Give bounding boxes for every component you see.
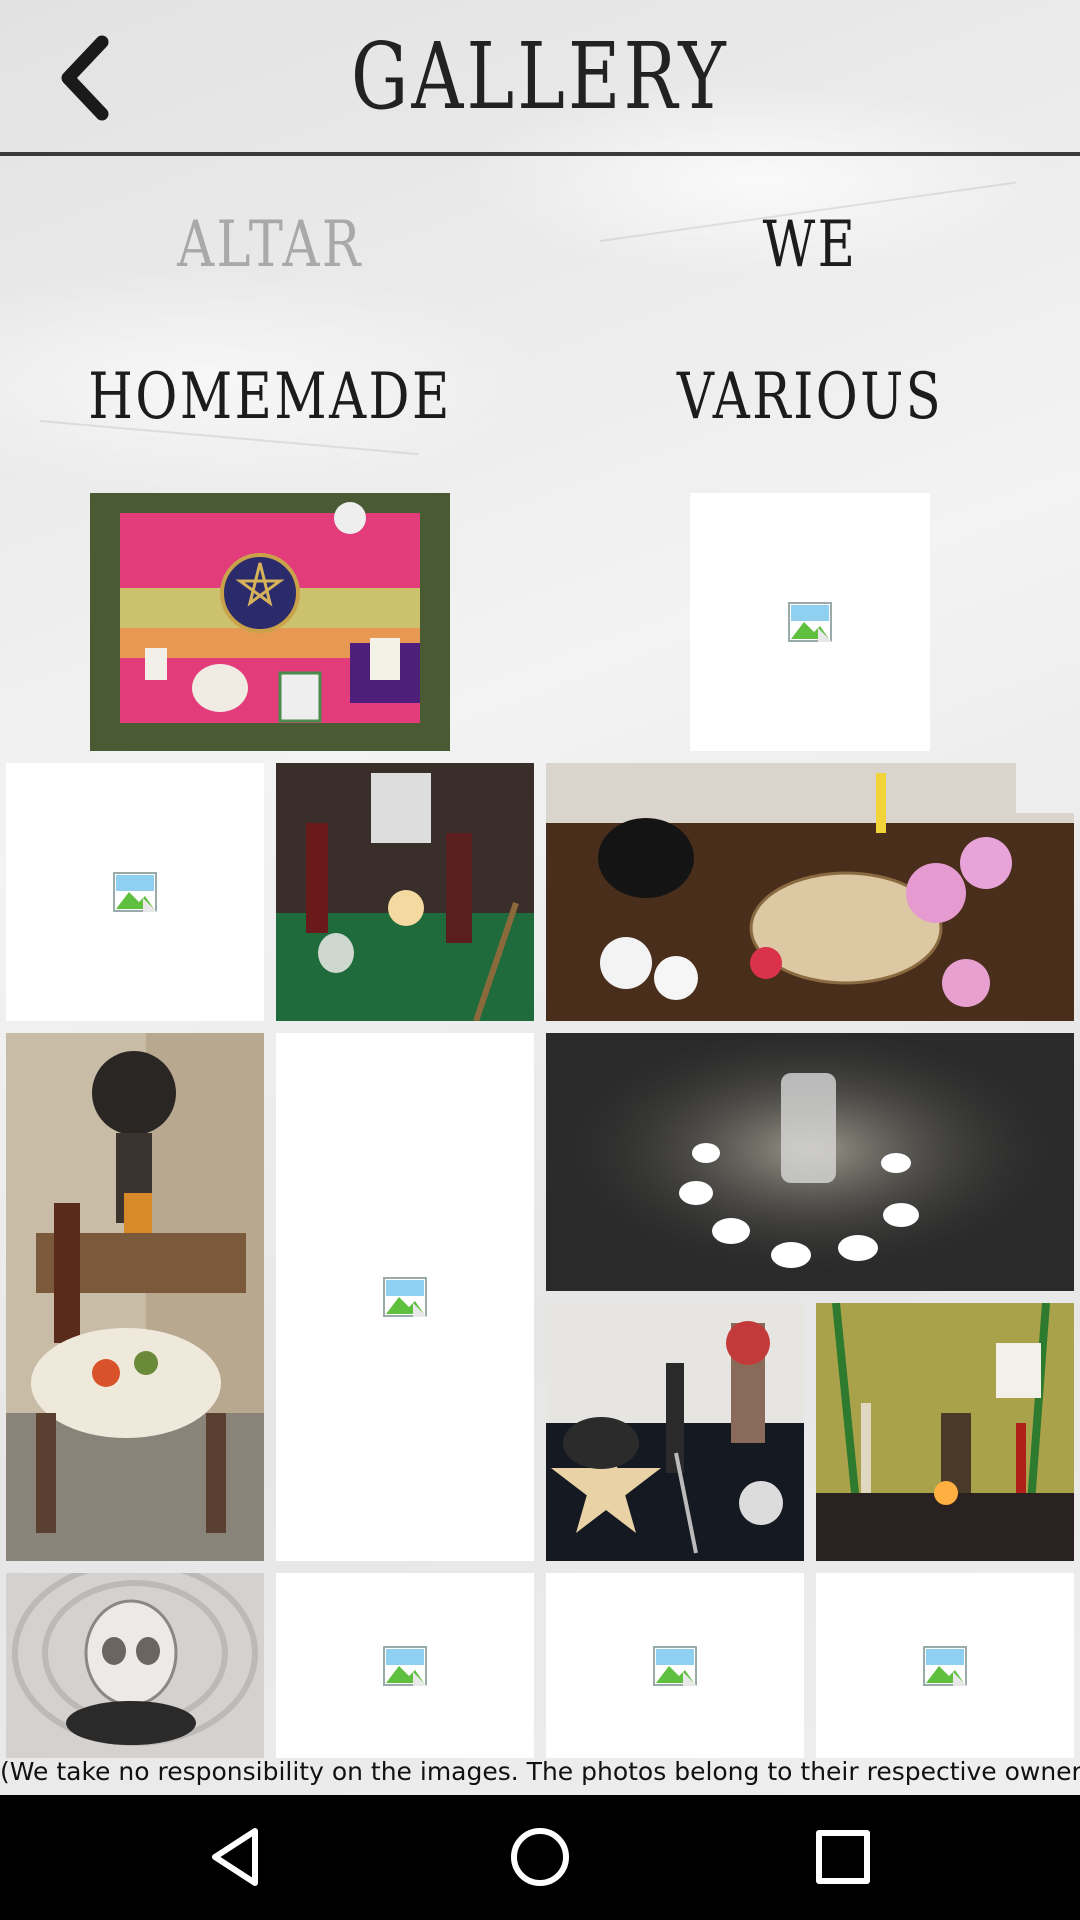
app-screen: GALLERY ALTAR WE HOMEMADE VARIOUS (We ta… xyxy=(0,0,1080,1795)
square-recents-icon xyxy=(816,1830,870,1884)
photo-illustration xyxy=(90,493,450,751)
photo-illustration xyxy=(546,1303,804,1561)
candle-shelf-photo[interactable] xyxy=(816,1303,1074,1561)
triangle-back-icon xyxy=(212,1828,258,1886)
broken-image-5[interactable] xyxy=(546,1573,804,1758)
broken-image-icon xyxy=(653,1645,697,1686)
photo-illustration xyxy=(6,1033,264,1561)
flower-altar-photo[interactable] xyxy=(546,763,1074,1021)
broken-image-icon xyxy=(113,872,157,912)
broken-image-6[interactable] xyxy=(816,1573,1074,1758)
disclaimer-text: (We take no responsibility on the images… xyxy=(0,1757,1080,1786)
green-altar-photo[interactable] xyxy=(276,763,534,1021)
broken-image-icon xyxy=(788,602,832,642)
crystal-skull-photo[interactable] xyxy=(6,1573,264,1758)
photo-illustration xyxy=(546,763,1074,1021)
broken-image-1[interactable] xyxy=(690,493,930,751)
broken-image-2[interactable] xyxy=(6,763,264,1021)
photo-illustration xyxy=(546,1033,1074,1291)
tab-various[interactable]: VARIOUS xyxy=(594,357,1026,437)
tab-homemade[interactable]: HOMEMADE xyxy=(54,357,486,437)
tab-we[interactable]: WE xyxy=(594,205,1026,285)
broken-image-4[interactable] xyxy=(276,1573,534,1758)
nav-home-button[interactable] xyxy=(500,1817,580,1897)
broken-image-icon xyxy=(923,1645,967,1686)
pentacle-altar-photo[interactable] xyxy=(546,1303,804,1561)
photo-illustration xyxy=(276,763,534,1021)
photo-illustration xyxy=(816,1303,1074,1561)
broken-image-3[interactable] xyxy=(276,1033,534,1561)
table-altar-photo[interactable] xyxy=(6,1033,264,1561)
nav-back-button[interactable] xyxy=(197,1817,277,1897)
circle-home-icon xyxy=(511,1828,569,1886)
candle-circle-photo[interactable] xyxy=(546,1033,1074,1291)
tab-altar[interactable]: ALTAR xyxy=(54,205,486,285)
broken-image-icon xyxy=(383,1277,427,1317)
nav-recents-button[interactable] xyxy=(803,1817,883,1897)
app-header: GALLERY xyxy=(0,0,1080,156)
altar-cloth-photo[interactable] xyxy=(90,493,450,751)
photo-illustration xyxy=(6,1573,264,1758)
system-nav-bar xyxy=(0,1795,1080,1920)
page-title: GALLERY xyxy=(351,23,729,130)
header-divider xyxy=(0,152,1080,156)
broken-image-icon xyxy=(383,1645,427,1686)
